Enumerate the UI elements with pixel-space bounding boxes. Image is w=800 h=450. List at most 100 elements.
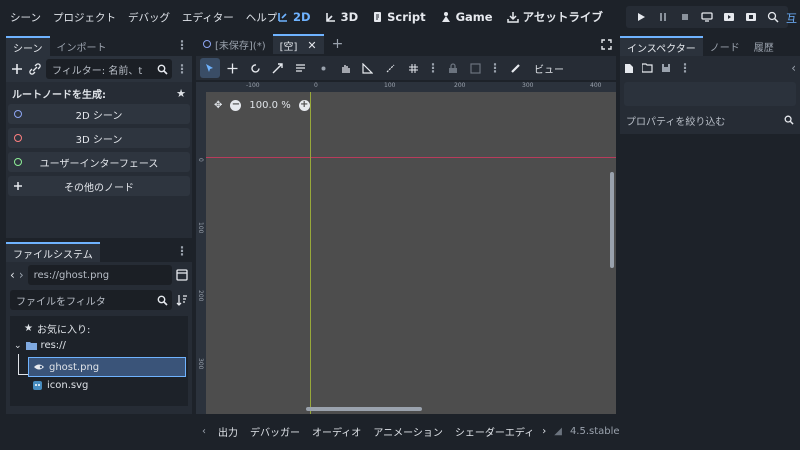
inspector-property-list: [620, 134, 800, 424]
ruler-tool-button[interactable]: [356, 62, 378, 74]
filesystem-dock-menu-icon[interactable]: ⋮: [176, 244, 192, 262]
close-icon[interactable]: ✕: [307, 39, 316, 52]
menu-debug[interactable]: デバッグ: [122, 10, 176, 25]
history-back-icon[interactable]: ‹: [791, 61, 796, 75]
scene-filter-input[interactable]: フィルター: 名前、t: [46, 59, 172, 79]
scene-tab-empty[interactable]: [空] ✕: [272, 34, 324, 54]
play-scene-button[interactable]: [718, 6, 740, 28]
ruler-top-tick-label: 400: [590, 82, 602, 89]
renderer-label[interactable]: 互: [786, 10, 797, 26]
split-view-icon[interactable]: [176, 269, 188, 281]
bottom-tab-debugger[interactable]: デバッガー: [244, 424, 306, 439]
search-icon: [784, 115, 794, 125]
horizontal-scrollbar[interactable]: [306, 407, 422, 411]
pause-button[interactable]: [652, 6, 674, 28]
instantiate-link-icon[interactable]: [28, 62, 42, 76]
bottom-tab-audio[interactable]: オーディオ: [306, 424, 367, 439]
save-icon[interactable]: [661, 63, 671, 73]
open-folder-icon[interactable]: [642, 63, 653, 73]
create-3d-scene-button[interactable]: 3D シーン: [8, 128, 190, 148]
other-node-button[interactable]: その他のノード: [8, 176, 190, 196]
sort-icon[interactable]: [176, 294, 188, 306]
menu-scene[interactable]: シーン: [4, 10, 47, 25]
favorite-star-icon[interactable]: ★: [176, 87, 186, 100]
list-select-icon: [295, 63, 305, 72]
grid-snap-button[interactable]: [402, 63, 424, 74]
transform-options-icon[interactable]: ⋮: [486, 61, 504, 75]
bottom-scroll-left-icon[interactable]: ‹: [196, 426, 212, 437]
bottom-tab-output[interactable]: 出力: [212, 424, 244, 439]
menu-project[interactable]: プロジェクト: [47, 10, 122, 25]
path-value: res://ghost.png: [33, 269, 110, 281]
bottom-tab-animation[interactable]: アニメーション: [367, 424, 449, 439]
center-view-icon[interactable]: ✥: [214, 100, 222, 111]
res-root-row[interactable]: ⌄ res://: [14, 340, 66, 351]
rotate-tool-button[interactable]: [244, 63, 266, 74]
file-item-ghost-label: ghost.png: [49, 361, 100, 373]
new-resource-icon[interactable]: [624, 63, 634, 74]
menu-editor[interactable]: エディター: [176, 10, 240, 25]
filesystem-dock-tabs: ファイルシステム ⋮: [6, 242, 192, 262]
bottom-scroll-right-icon[interactable]: ›: [540, 426, 548, 437]
object-selector[interactable]: [624, 82, 796, 106]
movie-maker-button[interactable]: [762, 6, 784, 28]
stop-button[interactable]: [674, 6, 696, 28]
main-screen-2d[interactable]: 2D: [270, 10, 318, 24]
zoom-out-icon[interactable]: −: [230, 100, 242, 111]
inspector-menu-icon[interactable]: ⋮: [679, 61, 691, 75]
list-tool-button[interactable]: [288, 63, 312, 74]
ruler-left: 0 100 200 300: [196, 82, 206, 414]
group-button[interactable]: [464, 62, 486, 74]
scene-filter-menu-icon[interactable]: ⋮: [176, 62, 188, 76]
pivot-tool-button[interactable]: [312, 63, 334, 74]
scene-tab-unsaved[interactable]: [未保存](*): [196, 34, 273, 54]
create-ui-scene-button[interactable]: ユーザーインターフェース: [8, 152, 190, 172]
favorites-row[interactable]: ★ お気に入り:: [24, 321, 90, 336]
ruler-left-tick-label: 300: [197, 358, 204, 370]
file-filter-input[interactable]: ファイルをフィルタ: [10, 290, 172, 310]
scale-tool-button[interactable]: [266, 62, 288, 74]
add-scene-tab-icon[interactable]: +: [324, 36, 352, 52]
add-node-icon[interactable]: [10, 62, 24, 76]
file-tree: ★ お気に入り: ⌄ res:// ghost.png icon.svg: [10, 316, 188, 406]
tab-filesystem[interactable]: ファイルシステム: [6, 242, 100, 262]
forward-icon[interactable]: ›: [19, 268, 24, 282]
play-button[interactable]: [630, 6, 652, 28]
tab-inspector[interactable]: インスペクター: [620, 36, 703, 56]
canvas-viewport[interactable]: ✥ − 100.0 % +: [206, 92, 616, 414]
view-menu-button[interactable]: ビュー: [526, 61, 572, 76]
main-screen-script[interactable]: Script: [365, 10, 432, 24]
scene-dock-menu-icon[interactable]: ⋮: [176, 38, 192, 56]
bone-button[interactable]: [504, 63, 526, 74]
lock-button[interactable]: [442, 62, 464, 74]
main-screen-3d[interactable]: 3D: [318, 10, 366, 24]
main-screen-game[interactable]: Game: [433, 10, 500, 24]
play-custom-scene-button[interactable]: [740, 6, 762, 28]
path-field[interactable]: res://ghost.png: [27, 265, 172, 285]
create-2d-scene-label: 2D シーン: [75, 110, 123, 122]
tab-node[interactable]: ノード: [703, 36, 747, 56]
property-filter-row[interactable]: プロパティを絞り込む: [620, 108, 800, 132]
distraction-free-icon[interactable]: [601, 38, 612, 50]
move-tool-button[interactable]: [220, 63, 244, 74]
pan-tool-button[interactable]: [334, 63, 356, 74]
vertical-scrollbar[interactable]: [610, 172, 614, 268]
zoom-in-icon[interactable]: +: [298, 100, 310, 111]
remote-debug-button[interactable]: [696, 6, 718, 28]
scene-toolbar: フィルター: 名前、t ⋮: [6, 56, 192, 82]
smart-snap-button[interactable]: [378, 63, 402, 74]
tab-scene[interactable]: シーン: [6, 36, 50, 56]
favorites-star-icon: ★: [24, 323, 33, 334]
back-icon[interactable]: ‹: [10, 268, 15, 282]
tab-import[interactable]: インポート: [50, 36, 114, 56]
zoom-level[interactable]: 100.0 %: [249, 100, 290, 111]
main-screen-assetlib[interactable]: アセットライブ: [500, 9, 610, 25]
create-2d-scene-button[interactable]: 2D シーン: [8, 104, 190, 124]
favorites-label: お気に入り:: [36, 325, 91, 336]
snap-options-icon[interactable]: ⋮: [424, 61, 442, 75]
bottom-tab-shader-editor[interactable]: シェーダーエディ: [449, 424, 540, 439]
file-item-ghost[interactable]: ghost.png: [28, 357, 186, 377]
tab-history[interactable]: 履歴: [747, 36, 781, 56]
select-tool-button[interactable]: [200, 58, 220, 78]
file-item-icon-svg[interactable]: icon.svg: [32, 380, 88, 391]
